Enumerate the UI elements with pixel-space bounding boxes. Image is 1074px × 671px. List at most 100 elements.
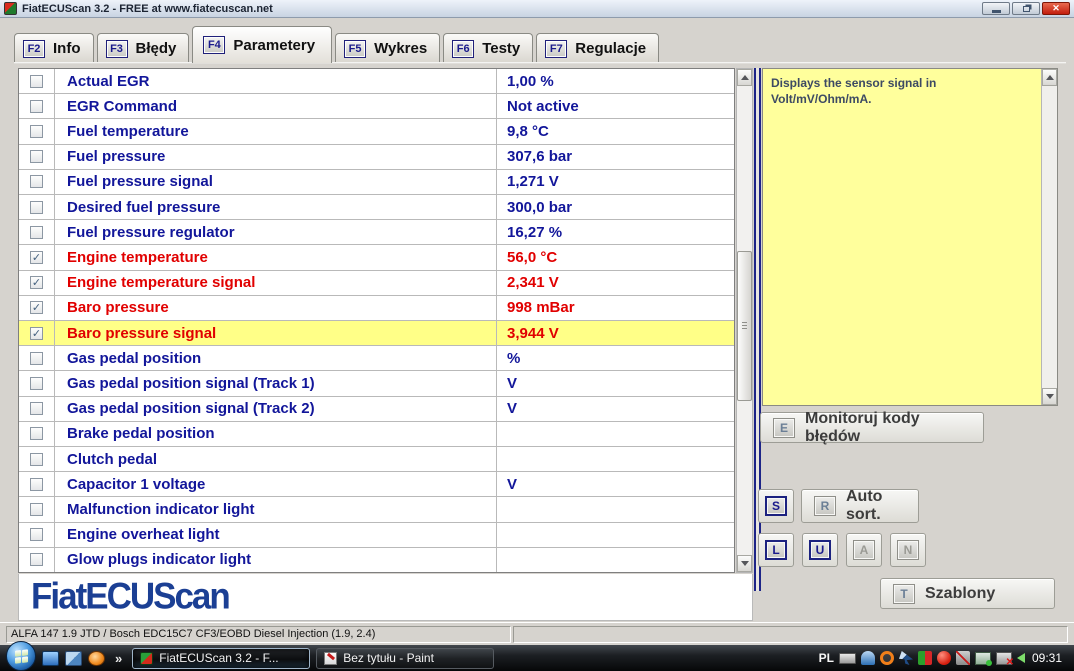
key-button-l[interactable]: L [758, 533, 794, 567]
row-checkbox[interactable] [30, 150, 43, 164]
parameter-row[interactable]: Capacitor 1 voltage V [19, 472, 734, 498]
media-player-icon[interactable] [88, 650, 105, 666]
templates-button[interactable]: T Szablony [880, 578, 1055, 609]
minimize-icon [991, 9, 1001, 13]
checkbox-cell: ✓ [19, 245, 55, 270]
tray-person-icon[interactable] [860, 651, 875, 665]
parameter-row[interactable]: Gas pedal position signal (Track 1) V [19, 371, 734, 397]
parameter-row[interactable]: Fuel pressure signal 1,271 V [19, 169, 734, 196]
checkbox-cell [19, 94, 55, 119]
tray-pointer-icon[interactable] [898, 651, 913, 665]
row-checkbox[interactable] [30, 351, 43, 365]
tab-regulacje[interactable]: F7 Regulacje [536, 33, 660, 63]
row-checkbox-checked[interactable]: ✓ [30, 251, 43, 265]
table-scrollbar[interactable] [736, 68, 753, 573]
row-checkbox[interactable] [30, 200, 43, 214]
tray-sync-icon[interactable] [917, 651, 932, 665]
tray-update-icon[interactable] [879, 651, 894, 665]
row-checkbox-checked[interactable]: ✓ [30, 276, 43, 290]
auto-sort-button[interactable]: R Auto sort. [801, 488, 919, 523]
row-checkbox[interactable] [30, 99, 43, 113]
parameter-row[interactable]: Malfunction indicator light [19, 497, 734, 523]
restore-button[interactable] [1012, 2, 1040, 15]
row-checkbox[interactable] [30, 175, 43, 189]
parameter-row[interactable]: Clutch pedal [19, 447, 734, 473]
network-activity-icon[interactable] [974, 651, 992, 666]
volume-icon[interactable] [1016, 653, 1025, 663]
scroll-down-button[interactable] [737, 555, 752, 572]
network-disconnected-icon[interactable] [995, 651, 1014, 668]
parameter-name: Baro pressure signal [55, 321, 497, 346]
info-panel-scrollbar[interactable] [1041, 69, 1057, 405]
parameter-row[interactable]: ✓ Baro pressure signal 3,944 V [19, 321, 734, 347]
parameter-row[interactable]: Engine overheat light [19, 522, 734, 548]
scrollbar-thumb[interactable] [737, 251, 752, 401]
key-button-u[interactable]: U [802, 533, 838, 567]
show-desktop-icon[interactable] [42, 650, 59, 666]
parameter-row[interactable]: ✓ Engine temperature 56,0 °C [19, 245, 734, 271]
row-checkbox[interactable] [30, 377, 43, 391]
task-paint[interactable]: Bez tytułu - Paint [316, 647, 495, 669]
parameter-row[interactable]: Fuel temperature 9,8 °C [19, 119, 734, 145]
parameter-name: Engine temperature signal [55, 270, 497, 295]
tab-bledy[interactable]: F3 Błędy [96, 33, 190, 63]
window-title: FiatECUScan 3.2 - FREE at www.fiatecusca… [22, 2, 273, 15]
tray-antivirus-icon[interactable] [936, 651, 951, 665]
checkbox-cell: ✓ [19, 270, 55, 295]
key-button-a[interactable]: A [846, 533, 882, 567]
parameter-row[interactable]: Fuel pressure 307,6 bar [19, 144, 734, 170]
switch-windows-icon[interactable] [65, 650, 82, 666]
row-checkbox[interactable] [30, 225, 43, 239]
row-checkbox[interactable] [30, 427, 43, 441]
row-checkbox-checked[interactable]: ✓ [30, 301, 43, 315]
task-paint-label: Bez tytułu - Paint [343, 651, 434, 665]
tab-testy[interactable]: F6 Testy [443, 33, 534, 63]
tab-wykres[interactable]: F5 Wykres [335, 33, 441, 63]
auto-sort-label: Auto sort. [846, 488, 883, 523]
row-checkbox-checked[interactable]: ✓ [30, 326, 43, 340]
arrow-up-icon [1045, 75, 1054, 80]
row-checkbox[interactable] [30, 503, 43, 517]
keyboard-icon[interactable] [838, 652, 856, 664]
row-checkbox[interactable] [30, 125, 43, 138]
task-fiatecuscan[interactable]: FiatECUScan 3.2 - F... [132, 647, 311, 669]
parameter-row[interactable]: ✓ Engine temperature signal 2,341 V [19, 270, 734, 296]
sort-button[interactable]: S [758, 489, 794, 523]
taskbar-clock[interactable]: 09:31 [1030, 651, 1068, 665]
start-button[interactable] [6, 641, 36, 671]
windows-taskbar: » FiatECUScan 3.2 - F... Bez tytułu - Pa… [0, 641, 1074, 671]
tab-label: Parametery [233, 36, 316, 54]
parameter-row[interactable]: Desired fuel pressure 300,0 bar [19, 195, 734, 221]
row-checkbox[interactable] [30, 452, 43, 466]
parameter-row[interactable]: Gas pedal position% [19, 346, 734, 372]
tray-disabled-device-icon[interactable] [955, 651, 970, 665]
row-checkbox[interactable] [30, 553, 43, 567]
overflow-chevron-icon[interactable]: » [111, 651, 126, 666]
row-checkbox[interactable] [30, 74, 43, 88]
close-button[interactable]: ✕ [1042, 2, 1070, 15]
info-scroll-down-button[interactable] [1042, 388, 1057, 405]
parameter-row[interactable]: EGR Command Not active [19, 94, 734, 120]
key-button-n[interactable]: N [890, 533, 926, 567]
language-indicator[interactable]: PL [819, 651, 834, 665]
info-scroll-up-button[interactable] [1042, 69, 1057, 86]
parameter-value: V [507, 475, 518, 493]
tab-info[interactable]: F2 Info [14, 33, 94, 63]
parameter-name: EGR Command [55, 94, 497, 119]
parameter-row[interactable]: Glow plugs indicator light [19, 547, 734, 573]
parameter-row[interactable]: Fuel pressure regulator 16,27 % [19, 220, 734, 246]
checkbox-cell: ✓ [19, 295, 55, 321]
parameter-row[interactable]: Actual EGR 1,00 % [19, 69, 734, 95]
parameter-value: 16,27 % [507, 223, 563, 241]
parameter-row[interactable]: Gas pedal position signal (Track 2) V [19, 396, 734, 422]
parameter-row[interactable]: Brake pedal position [19, 421, 734, 448]
scroll-up-button[interactable] [737, 69, 752, 86]
row-checkbox[interactable] [30, 402, 43, 416]
parameter-row[interactable]: ✓ Baro pressure 998 mBar [19, 295, 734, 322]
tab-parametery[interactable]: F4 Parametery [192, 26, 333, 63]
monitor-error-codes-button[interactable]: E Monitoruj kody błędów [760, 410, 984, 445]
minimize-button[interactable] [982, 2, 1010, 15]
parameter-name: Glow plugs indicator light [55, 547, 497, 573]
row-checkbox[interactable] [30, 528, 43, 542]
row-checkbox[interactable] [30, 477, 43, 491]
